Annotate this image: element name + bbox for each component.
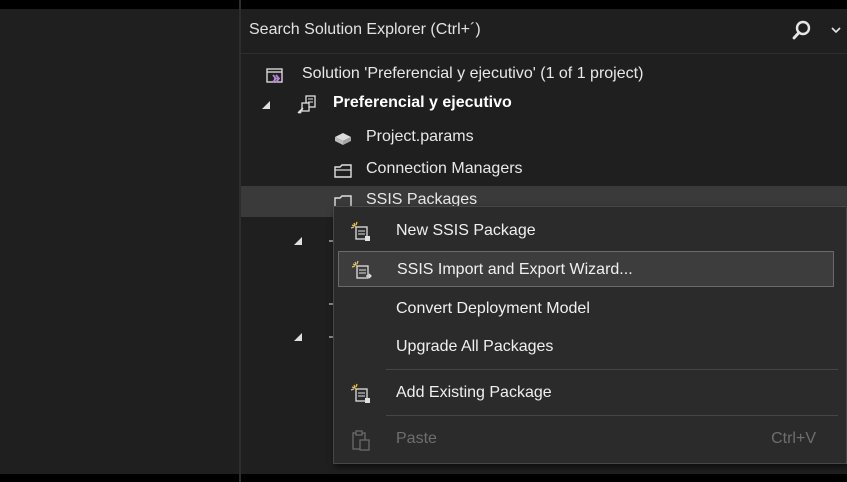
tree-item-connection-managers[interactable]: Connection Managers bbox=[241, 155, 847, 186]
screen: Search Solution Explorer (Ctrl+´) Soluti… bbox=[0, 0, 847, 482]
menu-item-label: New SSIS Package bbox=[396, 222, 536, 239]
menu-item-new-ssis-package[interactable]: New SSIS Package bbox=[338, 213, 834, 249]
menu-item-add-existing-package[interactable]: Add Existing Package bbox=[338, 375, 834, 411]
search-bar[interactable]: Search Solution Explorer (Ctrl+´) bbox=[241, 9, 847, 54]
menu-item-label: Convert Deployment Model bbox=[396, 300, 590, 317]
menu-item-convert-deployment-model[interactable]: Convert Deployment Model bbox=[338, 291, 834, 327]
context-menu: New SSIS Package SSIS Import and Export … bbox=[333, 206, 847, 464]
paste-icon bbox=[352, 430, 370, 451]
menu-separator bbox=[386, 369, 838, 370]
bottom-border bbox=[0, 474, 239, 482]
tree-item-solution[interactable]: Solution 'Preferencial y ejecutivo' (1 o… bbox=[241, 60, 847, 91]
menu-item-label: SSIS Import and Export Wizard... bbox=[397, 261, 633, 278]
menu-item-label: Add Existing Package bbox=[396, 384, 552, 401]
top-border bbox=[0, 0, 239, 9]
menu-item-upgrade-all-packages[interactable]: Upgrade All Packages bbox=[338, 329, 834, 365]
menu-item-label: Paste bbox=[396, 430, 437, 447]
expanded-arrow-icon[interactable] bbox=[293, 332, 303, 342]
expanded-arrow-icon[interactable] bbox=[293, 236, 303, 246]
menu-item-label: Upgrade All Packages bbox=[396, 338, 554, 355]
chevron-down-icon[interactable] bbox=[829, 23, 843, 37]
menu-item-paste[interactable]: Paste Ctrl+V bbox=[338, 421, 834, 457]
package-wizard-icon bbox=[351, 260, 372, 279]
tree-item-project[interactable]: Preferencial y ejecutivo bbox=[241, 89, 847, 120]
solution-icon bbox=[266, 68, 283, 83]
project-label: Preferencial y ejecutivo bbox=[333, 94, 512, 111]
menu-item-shortcut: Ctrl+V bbox=[771, 430, 816, 447]
search-input[interactable]: Search Solution Explorer (Ctrl+´) bbox=[249, 21, 481, 39]
bottom-border bbox=[241, 474, 847, 482]
top-border bbox=[241, 0, 847, 9]
menu-item-import-export-wizard[interactable]: SSIS Import and Export Wizard... bbox=[338, 251, 834, 287]
connection-managers-label: Connection Managers bbox=[366, 160, 523, 177]
package-wizard-icon bbox=[350, 221, 370, 241]
expanded-arrow-icon[interactable] bbox=[261, 100, 271, 110]
project-params-label: Project.params bbox=[366, 128, 474, 145]
folder-icon bbox=[334, 164, 352, 178]
params-icon bbox=[335, 133, 351, 145]
solution-label: Solution 'Preferencial y ejecutivo' (1 o… bbox=[302, 65, 644, 82]
left-editor-pane bbox=[0, 0, 239, 482]
search-icon[interactable] bbox=[791, 19, 813, 43]
menu-separator bbox=[386, 415, 838, 416]
ssis-project-icon bbox=[297, 95, 316, 114]
tree-item-project-params[interactable]: Project.params bbox=[241, 123, 847, 154]
package-wizard-icon bbox=[350, 383, 370, 403]
